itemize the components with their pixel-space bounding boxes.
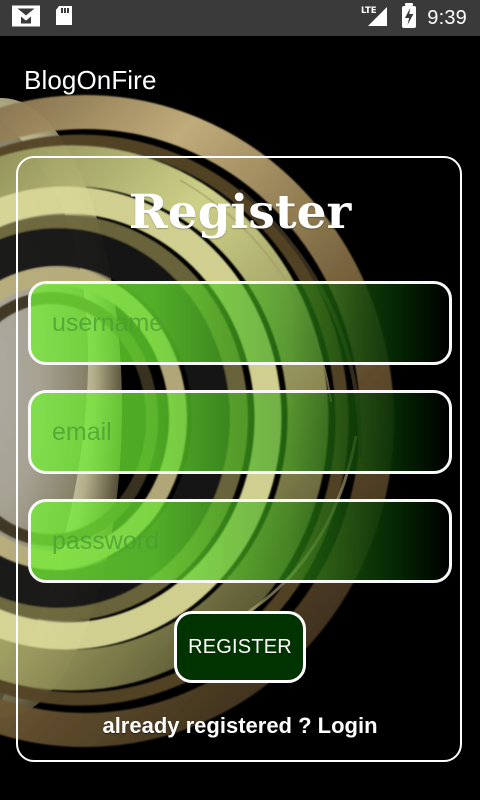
username-field[interactable]: [28, 281, 452, 365]
email-input[interactable]: [31, 393, 449, 471]
login-link[interactable]: already registered ? Login: [0, 711, 480, 741]
status-bar: LTE 9:39: [0, 0, 480, 36]
status-left-icons: [12, 0, 74, 36]
lte-label: LTE: [361, 6, 377, 16]
username-input[interactable]: [31, 284, 449, 362]
battery-charging-icon: [401, 2, 417, 34]
status-time: 9:39: [427, 7, 467, 29]
email-field[interactable]: [28, 390, 452, 474]
sd-card-icon: [54, 5, 74, 32]
password-field[interactable]: [28, 499, 452, 583]
register-screen: LTE 9:39 BlogOnFire Register username em…: [0, 0, 480, 800]
app-title: BlogOnFire: [24, 65, 157, 95]
register-title: Register: [128, 185, 352, 240]
lte-signal-icon: LTE: [361, 4, 391, 33]
register-button[interactable]: REGISTER: [174, 611, 306, 683]
status-right-icons: LTE 9:39: [361, 0, 467, 36]
password-input[interactable]: [31, 502, 449, 580]
gmail-icon: [12, 5, 40, 32]
